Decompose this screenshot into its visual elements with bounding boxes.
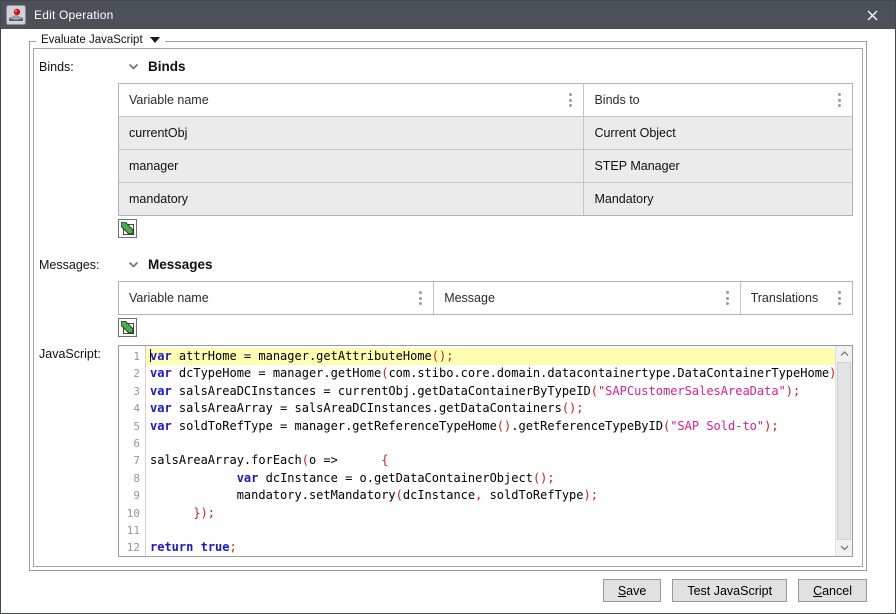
line-number-gutter: 123456789101112 (119, 346, 146, 556)
line-number: 5 (119, 418, 140, 435)
operation-panel: Binds: Binds Variable name Binds to curren… (33, 48, 863, 567)
code-line[interactable]: var salsAreaDCInstances = currentObj.get… (146, 383, 835, 400)
line-number: 8 (119, 470, 140, 487)
column-header-label: Message (444, 291, 717, 305)
code-area[interactable]: var attrHome = manager.getAttributeHome(… (146, 346, 835, 556)
table-cell[interactable]: currentObj (119, 117, 584, 149)
column-header-translations[interactable]: Translations (741, 282, 852, 314)
messages-field-label: Messages: (39, 256, 118, 337)
close-button[interactable] (849, 1, 895, 29)
line-number: 10 (119, 505, 140, 522)
binds-section-title: Binds (148, 59, 186, 74)
javascript-row: JavaScript: 123456789101112 var attrHome… (39, 345, 853, 557)
code-line[interactable]: }); (146, 505, 835, 522)
javascript-field-label: JavaScript: (39, 345, 118, 557)
binds-table: Variable name Binds to currentObjCurrent O… (118, 83, 853, 216)
javascript-code-editor[interactable]: 123456789101112 var attrHome = manager.g… (118, 345, 853, 557)
collapse-chevron-icon[interactable] (128, 63, 139, 71)
table-cell[interactable]: mandatory (119, 183, 584, 215)
line-number: 7 (119, 452, 140, 469)
column-header-label: Variable name (129, 291, 411, 305)
code-line[interactable] (146, 522, 835, 539)
add-message-button[interactable] (118, 318, 137, 337)
editor-scrollbar[interactable] (835, 346, 852, 556)
line-number: 2 (119, 365, 140, 382)
line-number: 6 (119, 435, 140, 452)
binds-section-header[interactable]: Binds (128, 59, 853, 74)
add-row-icon (121, 321, 135, 335)
column-menu-icon[interactable] (567, 91, 574, 109)
code-line[interactable] (146, 435, 835, 452)
column-header-binds-to[interactable]: Binds to (584, 84, 852, 116)
add-bind-button[interactable] (118, 219, 137, 238)
table-row[interactable]: currentObjCurrent Object (119, 116, 852, 149)
test-javascript-button[interactable]: Test JavaScript (672, 579, 787, 602)
code-line[interactable]: var attrHome = manager.getAttributeHome(… (146, 348, 835, 365)
code-line[interactable]: var dcTypeHome = manager.getHome(com.sti… (146, 365, 835, 382)
save-button[interactable]: Save (603, 579, 662, 602)
edit-operation-dialog: Edit Operation Evaluate JavaScript Binds… (0, 0, 896, 614)
line-number: 9 (119, 487, 140, 504)
column-header-message[interactable]: Message (434, 282, 740, 314)
add-row-icon (121, 222, 135, 236)
table-cell[interactable]: STEP Manager (584, 150, 852, 182)
code-line[interactable]: return true; (146, 539, 835, 556)
title-bar: Edit Operation (1, 1, 895, 29)
code-line[interactable]: mandatory.setMandatory(dcInstance, soldT… (146, 487, 835, 504)
column-menu-icon[interactable] (836, 91, 843, 109)
messages-section-header[interactable]: Messages (128, 257, 853, 272)
column-header-label: Variable name (129, 93, 561, 107)
code-line[interactable]: var salsAreaArray = salsAreaDCInstances.… (146, 400, 835, 417)
code-line[interactable]: salsAreaArray.forEach(o => { (146, 452, 835, 469)
code-line[interactable]: var dcInstance = o.getDataContainerObjec… (146, 470, 835, 487)
cancel-button[interactable]: Cancel (798, 579, 867, 602)
window-title: Edit Operation (34, 8, 114, 22)
messages-row: Messages: Messages Variable name Message T… (39, 256, 853, 337)
messages-table: Variable name Message Translations (118, 281, 853, 315)
close-icon (867, 10, 878, 21)
scrollbar-thumb[interactable] (837, 362, 851, 540)
collapse-chevron-icon[interactable] (128, 261, 139, 269)
binds-row: Binds: Binds Variable name Binds to curren… (39, 58, 853, 238)
column-header-label: Binds to (594, 93, 830, 107)
table-row[interactable]: managerSTEP Manager (119, 149, 852, 182)
binds-field-label: Binds: (39, 58, 118, 238)
operation-groupbox: Evaluate JavaScript Binds: Binds Variabl… (29, 41, 867, 571)
table-header-row: Variable name Binds to (119, 84, 852, 116)
line-number: 3 (119, 383, 140, 400)
scroll-up-icon[interactable] (836, 346, 852, 362)
line-number: 4 (119, 400, 140, 417)
column-menu-icon[interactable] (417, 289, 424, 307)
table-cell[interactable]: Mandatory (584, 183, 852, 215)
app-icon (6, 5, 26, 25)
dialog-footer: Save Test JavaScript Cancel (1, 579, 867, 602)
column-header-variable-name[interactable]: Variable name (119, 282, 434, 314)
dropdown-arrow-icon[interactable] (150, 37, 160, 43)
operation-type-dropdown[interactable]: Evaluate JavaScript (36, 34, 165, 46)
scroll-down-icon[interactable] (836, 540, 852, 556)
column-menu-icon[interactable] (724, 289, 731, 307)
table-cell[interactable]: manager (119, 150, 584, 182)
column-header-label: Translations (751, 291, 830, 305)
operation-type-label: Evaluate JavaScript (41, 34, 143, 46)
line-number: 12 (119, 539, 140, 556)
code-line[interactable]: var soldToRefType = manager.getReference… (146, 418, 835, 435)
line-number: 11 (119, 522, 140, 539)
column-menu-icon[interactable] (836, 289, 843, 307)
line-number: 1 (119, 348, 140, 365)
column-header-variable-name[interactable]: Variable name (119, 84, 584, 116)
table-cell[interactable]: Current Object (584, 117, 852, 149)
messages-section-title: Messages (148, 257, 213, 272)
table-header-row: Variable name Message Translations (119, 282, 852, 314)
table-row[interactable]: mandatoryMandatory (119, 182, 852, 215)
